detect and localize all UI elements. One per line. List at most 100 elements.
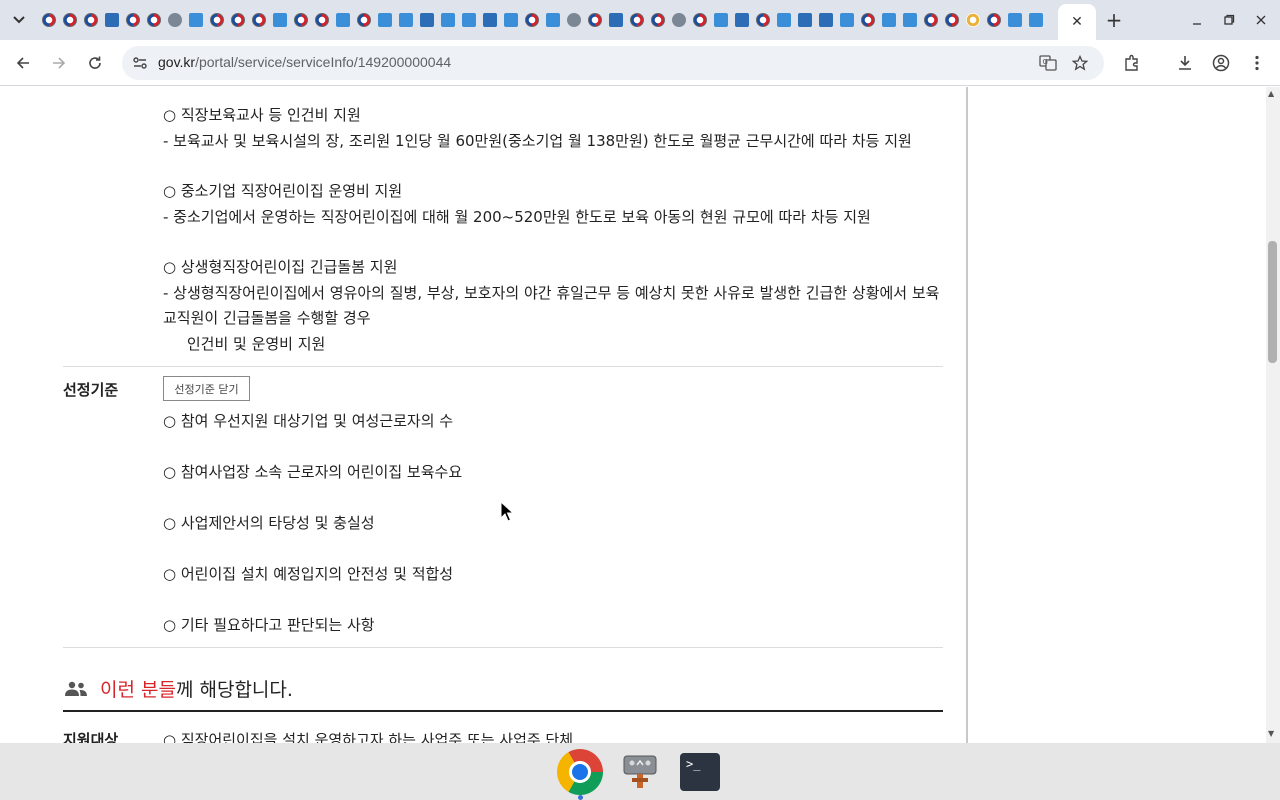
target-heading: 이런 분들께 해당합니다.: [100, 675, 293, 702]
tab-favicon-icon[interactable]: [878, 0, 899, 40]
tab-favicon-icon[interactable]: [185, 0, 206, 40]
scroll-up-icon[interactable]: ▲: [1268, 89, 1274, 98]
site-info-icon[interactable]: [130, 53, 150, 73]
scrollbar-track[interactable]: [1266, 87, 1280, 743]
tab-favicon-icon[interactable]: [143, 0, 164, 40]
target-heading-rest: 께 해당합니다.: [175, 679, 293, 701]
tab-favicon-icon[interactable]: [80, 0, 101, 40]
tab-favicon-icon[interactable]: [332, 0, 353, 40]
people-icon: [65, 681, 87, 696]
tab-favicon-icon[interactable]: [353, 0, 374, 40]
tab-favicon-icon[interactable]: [311, 0, 332, 40]
favicon-icon: [419, 13, 434, 27]
support-item-detail: - 보육교사 및 보육시설의 장, 조리원 1인당 월 60만원(중소기업 월 …: [163, 132, 912, 150]
favicon-icon: [62, 13, 77, 27]
tab-favicon-icon[interactable]: [248, 0, 269, 40]
close-tab-icon[interactable]: ✕: [1071, 14, 1083, 30]
tab-favicon-icon[interactable]: [605, 0, 626, 40]
forward-icon[interactable]: [47, 51, 71, 75]
translate-icon[interactable]: G: [1038, 53, 1058, 73]
criteria-close-button[interactable]: 선정기준 닫기: [163, 376, 250, 401]
tab-favicon-icon[interactable]: [584, 0, 605, 40]
favicon-icon: [608, 13, 623, 27]
tab-favicon-icon[interactable]: [38, 0, 59, 40]
tool-icon[interactable]: [616, 748, 664, 796]
address-bar[interactable]: gov.kr/portal/service/serviceInfo/149200…: [122, 46, 1104, 80]
favicon-icon: [986, 13, 1001, 27]
content-right-border: [966, 87, 968, 743]
scroll-down-icon[interactable]: ▼: [1268, 729, 1274, 738]
favicon-icon: [944, 13, 959, 27]
support-item-detail-cont: 교직원이 긴급돌봄을 수행할 경우: [163, 309, 371, 327]
tab-favicon-icon[interactable]: [458, 0, 479, 40]
tab-favicon-icon[interactable]: [563, 0, 584, 40]
tab-favicon-icon[interactable]: [794, 0, 815, 40]
favicon-icon: [545, 13, 560, 27]
extensions-icon[interactable]: [1121, 52, 1143, 74]
tab-favicon-icon[interactable]: [1004, 0, 1025, 40]
url-text[interactable]: gov.kr/portal/service/serviceInfo/149200…: [158, 54, 451, 70]
tab-favicon-icon[interactable]: [416, 0, 437, 40]
tab-favicon-icon[interactable]: [1025, 0, 1046, 40]
tab-favicon-icon[interactable]: [752, 0, 773, 40]
favicon-icon: [1007, 13, 1022, 27]
restore-icon[interactable]: [1219, 10, 1239, 30]
tab-favicon-icon[interactable]: [647, 0, 668, 40]
tab-favicon-icon[interactable]: [773, 0, 794, 40]
minimize-icon[interactable]: [1187, 10, 1207, 30]
new-tab-button[interactable]: +: [1102, 8, 1126, 32]
tab-favicon-icon[interactable]: [857, 0, 878, 40]
tab-favicon-icon[interactable]: [836, 0, 857, 40]
bookmark-star-icon[interactable]: [1070, 53, 1090, 73]
tab-favicon-icon[interactable]: [479, 0, 500, 40]
tab-favicon-icon[interactable]: [521, 0, 542, 40]
tab-favicon-icon[interactable]: [899, 0, 920, 40]
scrollbar-thumb[interactable]: [1268, 241, 1277, 363]
tab-favicon-icon[interactable]: [59, 0, 80, 40]
target-heading-accent: 이런 분들: [100, 679, 176, 701]
tab-search-icon[interactable]: [8, 9, 30, 31]
tab-favicon-icon[interactable]: [374, 0, 395, 40]
tab-favicon-icon[interactable]: [500, 0, 521, 40]
tab-favicon-icon[interactable]: [206, 0, 227, 40]
menu-icon[interactable]: [1246, 52, 1268, 74]
window-close-icon[interactable]: [1251, 10, 1271, 30]
download-icon[interactable]: [1174, 52, 1196, 74]
tab-favicon-icon[interactable]: [710, 0, 731, 40]
tab-favicon-icon[interactable]: [437, 0, 458, 40]
chrome-icon[interactable]: [556, 748, 604, 796]
terminal-icon[interactable]: >_: [676, 748, 724, 796]
back-icon[interactable]: [11, 51, 35, 75]
favicon-icon: [482, 13, 497, 27]
favicon-icon: [839, 13, 854, 27]
tab-favicon-icon[interactable]: [290, 0, 311, 40]
favicon-icon: [125, 13, 140, 27]
favicon-icon: [1028, 13, 1043, 27]
reload-icon[interactable]: [83, 51, 107, 75]
tab-favicon-icon[interactable]: [626, 0, 647, 40]
profile-icon[interactable]: [1210, 52, 1232, 74]
tab-favicon-icon[interactable]: [962, 0, 983, 40]
support-item-detail-cont: 인건비 및 운영비 지원: [163, 335, 326, 353]
mouse-cursor-icon: [500, 501, 514, 522]
tab-favicon-icon[interactable]: [101, 0, 122, 40]
tab-favicon-icon[interactable]: [542, 0, 563, 40]
favicon-icon: [671, 13, 686, 27]
tab-favicon-icon[interactable]: [227, 0, 248, 40]
tab-favicon-icon[interactable]: [164, 0, 185, 40]
tab-favicon-icon[interactable]: [983, 0, 1004, 40]
tab-favicon-icon[interactable]: [689, 0, 710, 40]
tab-favicon-icon[interactable]: [122, 0, 143, 40]
tab-favicon-icon[interactable]: [269, 0, 290, 40]
tab-favicon-icon[interactable]: [941, 0, 962, 40]
favicon-icon: [440, 13, 455, 27]
active-tab[interactable]: ✕: [1058, 4, 1096, 40]
tab-favicon-icon[interactable]: [920, 0, 941, 40]
tab-favicon-icon[interactable]: [731, 0, 752, 40]
tab-favicon-icon[interactable]: [815, 0, 836, 40]
criteria-item: ○ 사업제안서의 타당성 및 충실성: [163, 514, 375, 532]
favicon-icon: [818, 13, 833, 27]
favicon-icon: [41, 13, 56, 27]
tab-favicon-icon[interactable]: [395, 0, 416, 40]
tab-favicon-icon[interactable]: [668, 0, 689, 40]
